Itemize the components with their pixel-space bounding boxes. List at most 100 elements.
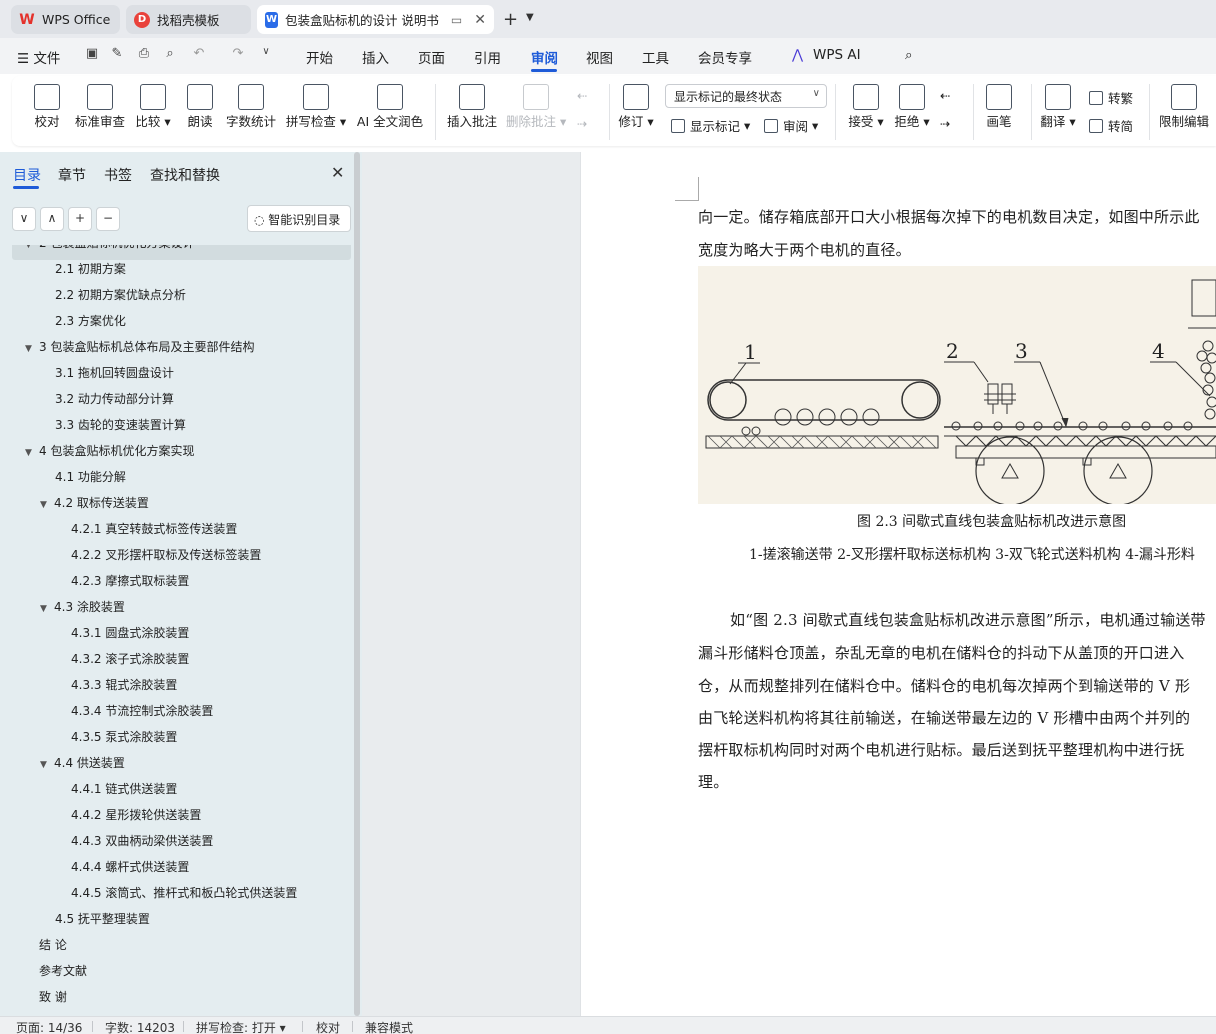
close-icon[interactable]: ✕ xyxy=(331,163,344,182)
proofread-button[interactable]: 校对 xyxy=(29,76,65,144)
toc-item[interactable]: 4.3.4 节流控制式涂胶装置 xyxy=(71,698,213,724)
track-changes-button[interactable]: 修订 ▾ xyxy=(617,76,655,144)
menu-member[interactable]: 会员专享 xyxy=(698,47,752,67)
previous-comment-icon[interactable]: ⇠ xyxy=(577,88,587,103)
toc-item[interactable]: 2.2 初期方案优缺点分析 xyxy=(55,282,186,308)
menu-tools[interactable]: 工具 xyxy=(642,47,669,67)
word-count-button[interactable]: 字数统计 xyxy=(225,76,277,144)
toc-item[interactable]: 3.1 拖机回转圆盘设计 xyxy=(55,360,174,386)
nav-tab-toc[interactable]: 目录 xyxy=(13,165,41,185)
restrict-editing-button[interactable]: 限制编辑 xyxy=(1158,76,1210,144)
toc-item[interactable]: 3.2 动力传动部分计算 xyxy=(55,386,174,412)
toc-item[interactable]: 4.3.1 圆盘式涂胶装置 xyxy=(71,620,189,646)
expand-arrow-icon[interactable]: ▼ xyxy=(25,336,39,362)
add-heading-plus-icon[interactable]: + xyxy=(68,207,92,231)
toc-item[interactable]: 4.1 功能分解 xyxy=(55,464,126,490)
toc-item[interactable]: 参考文献 xyxy=(39,958,87,984)
menu-wps-ai[interactable]: WPS AI xyxy=(813,47,861,63)
previous-change-icon[interactable]: ⇠ xyxy=(940,88,950,103)
format-painter-icon[interactable]: ✎ xyxy=(109,46,125,64)
tab-wps-office[interactable]: W WPS Office xyxy=(11,5,120,34)
word-count-indicator[interactable]: 字数: 14203 xyxy=(105,1019,175,1034)
toc-item[interactable]: 4.3.5 泵式涂胶装置 xyxy=(71,724,177,750)
expand-arrow-icon[interactable]: ▼ xyxy=(25,440,39,466)
save-icon[interactable]: ▣ xyxy=(84,46,100,64)
toc-item[interactable]: 结 论 xyxy=(39,932,67,958)
reviewing-pane-button[interactable]: 审阅 ▾ xyxy=(764,116,818,135)
to-traditional-button[interactable]: 转繁 xyxy=(1089,88,1133,107)
collapse-up-chevron-icon[interactable]: ∧ xyxy=(40,207,64,231)
nav-tab-bookmarks[interactable]: 书签 xyxy=(104,165,132,185)
redo-icon[interactable]: ↷ xyxy=(230,46,246,64)
toc-item[interactable]: 4.3.3 辊式涂胶装置 xyxy=(71,672,177,698)
toc-item[interactable]: 4.4.3 双曲柄动梁供送装置 xyxy=(71,828,213,854)
proof-status[interactable]: 校对 xyxy=(316,1019,340,1034)
nav-tab-find-replace[interactable]: 查找和替换 xyxy=(150,165,220,185)
nav-tab-chapters[interactable]: 章节 xyxy=(58,165,86,185)
toc-item[interactable]: 4.3.2 滚子式涂胶装置 xyxy=(71,646,189,672)
window-mode-icon[interactable]: ▭ xyxy=(451,13,462,27)
menu-insert[interactable]: 插入 xyxy=(362,47,389,67)
toc-item[interactable]: 4.2.3 摩擦式取标装置 xyxy=(71,568,189,594)
expand-down-chevron-icon[interactable]: ∨ xyxy=(12,207,36,231)
next-comment-icon[interactable]: ⇢ xyxy=(577,116,587,131)
toc-item[interactable]: ▼ 4.3 涂胶装置 xyxy=(40,594,125,620)
tab-templates[interactable]: D 找稻壳模板 xyxy=(126,5,251,34)
toc-item[interactable]: 致 谢 xyxy=(39,984,67,1010)
undo-icon[interactable]: ↶ xyxy=(191,46,207,64)
print-icon[interactable]: ⎙ xyxy=(136,46,152,64)
to-simplified-button[interactable]: 转简 xyxy=(1089,116,1133,135)
standard-review-button[interactable]: 标准审查 xyxy=(72,76,128,144)
insert-comment-button[interactable]: 插入批注 xyxy=(446,76,498,144)
menu-review[interactable]: 审阅 xyxy=(531,47,558,67)
search-icon[interactable]: ⌕ xyxy=(905,47,913,63)
translate-button[interactable]: 翻译 ▾ xyxy=(1038,76,1078,144)
menu-references[interactable]: 引用 xyxy=(474,47,501,67)
toc-item[interactable]: 2.1 初期方案 xyxy=(55,256,126,282)
menu-home[interactable]: 开始 xyxy=(306,47,333,67)
reject-button[interactable]: 拒绝 ▾ xyxy=(892,76,932,144)
nav-scrollbar[interactable] xyxy=(354,152,360,1016)
smart-toc-button[interactable]: ◌ 智能识别目录 xyxy=(247,205,351,232)
markup-display-select[interactable]: 显示标记的最终状态 ∨ xyxy=(665,84,827,108)
toc-item[interactable]: 4.2.2 叉形摆杆取标及传送标签装置 xyxy=(71,542,261,568)
menu-file[interactable]: ☰ 文件 xyxy=(17,47,60,67)
toc-item[interactable]: 4.4.5 滚筒式、推杆式和板凸轮式供送装置 xyxy=(71,880,297,906)
show-markup-button[interactable]: 显示标记 ▾ xyxy=(671,116,750,135)
toc-item[interactable]: 3.3 齿轮的变速装置计算 xyxy=(55,412,186,438)
toc-item[interactable]: ▼ 4.2 取标传送装置 xyxy=(40,490,149,516)
spell-check-button[interactable]: 拼写检查 ▾ xyxy=(285,76,347,144)
toc-item[interactable]: 4.4.1 链式供送装置 xyxy=(71,776,177,802)
quick-access-chevron-icon[interactable]: ∨ xyxy=(258,46,274,64)
print-preview-icon[interactable]: ⌕ xyxy=(162,46,178,64)
toc-item[interactable]: ▼2 包装盒贴标机优化方案设计 xyxy=(25,245,194,256)
expand-arrow-icon[interactable]: ▼ xyxy=(25,245,39,258)
expand-arrow-icon[interactable]: ▼ xyxy=(40,596,54,622)
toc-item[interactable]: 4.5 抚平整理装置 xyxy=(55,906,150,932)
next-change-icon[interactable]: ⇢ xyxy=(940,116,950,131)
tab-document[interactable]: W 包装盒贴标机的设计 说明书 ▭ ✕ xyxy=(257,5,494,34)
compare-button[interactable]: 比较 ▾ xyxy=(132,76,174,144)
toc-item[interactable]: 4.4.2 星形拨轮供送装置 xyxy=(71,802,201,828)
close-tab-icon[interactable]: ✕ xyxy=(474,12,486,28)
toc-item[interactable]: 4.2.1 真空转鼓式标签传送装置 xyxy=(71,516,237,542)
toc-item[interactable]: ▼ 3 包装盒贴标机总体布局及主要部件结构 xyxy=(25,334,254,360)
toc-item[interactable]: 2.3 方案优化 xyxy=(55,308,126,334)
expand-arrow-icon[interactable]: ▼ xyxy=(40,492,54,518)
tab-list-chevron-icon[interactable]: ▼ xyxy=(526,12,534,23)
pen-button[interactable]: 画笔 xyxy=(982,76,1016,144)
menu-page[interactable]: 页面 xyxy=(418,47,445,67)
remove-heading-minus-icon[interactable]: − xyxy=(96,207,120,231)
ai-polish-button[interactable]: AI 全文润色 xyxy=(355,76,425,144)
expand-arrow-icon[interactable]: ▼ xyxy=(40,752,54,778)
menu-view[interactable]: 视图 xyxy=(586,47,613,67)
toc-item[interactable]: ▼ 4.4 供送装置 xyxy=(40,750,125,776)
delete-comment-button[interactable]: 删除批注 ▾ xyxy=(506,76,566,144)
accept-button[interactable]: 接受 ▾ xyxy=(846,76,886,144)
spell-check-status[interactable]: 拼写检查: 打开 ▾ xyxy=(196,1019,286,1034)
toc-item[interactable]: 4.4.4 螺杆式供送装置 xyxy=(71,854,189,880)
new-tab-plus-icon[interactable]: + xyxy=(503,9,518,30)
page-indicator[interactable]: 页面: 14/36 xyxy=(16,1019,82,1034)
read-aloud-button[interactable]: 朗读 xyxy=(182,76,218,144)
toc-item[interactable]: ▼ 4 包装盒贴标机优化方案实现 xyxy=(25,438,194,464)
